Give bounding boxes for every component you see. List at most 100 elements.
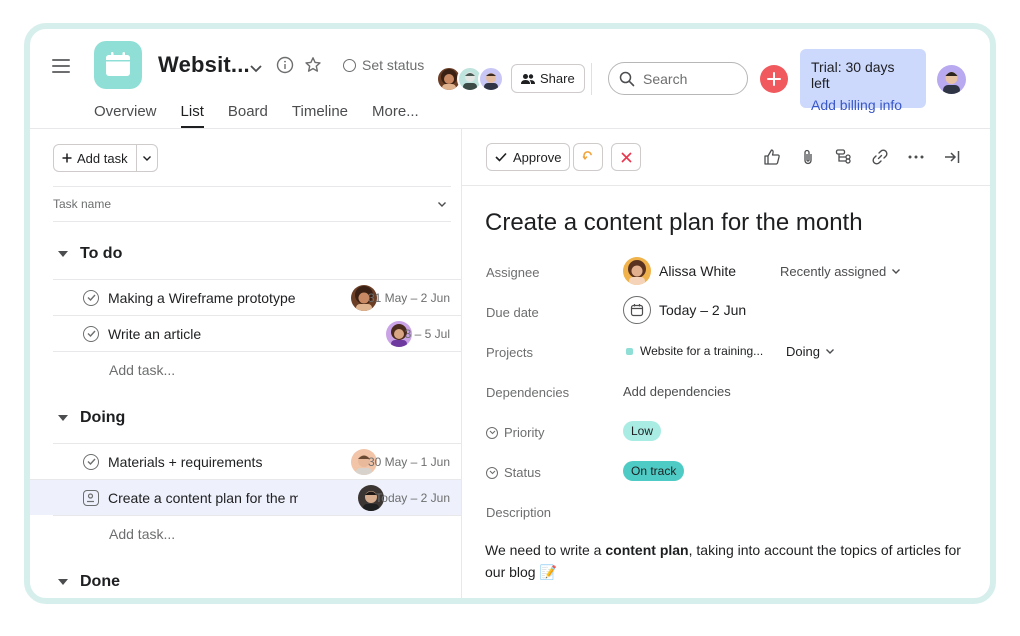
project-title[interactable]: Websit...: [158, 52, 250, 78]
collapse-triangle-icon[interactable]: [58, 579, 68, 585]
status-field[interactable]: On track: [623, 461, 685, 481]
complete-check-icon[interactable]: [83, 289, 99, 306]
task-due-date[interactable]: Today – 2 Jun: [375, 491, 450, 505]
chevron-down-icon: [142, 155, 151, 161]
task-name[interactable]: Making a Wireframe prototype: [108, 290, 298, 306]
info-icon[interactable]: [276, 56, 294, 79]
section-doing[interactable]: Doing: [53, 409, 125, 427]
add-task-row[interactable]: Add task...: [53, 351, 461, 387]
attachment-icon[interactable]: [799, 148, 817, 166]
collapse-triangle-icon[interactable]: [58, 415, 68, 421]
tab-more[interactable]: More...: [372, 103, 419, 128]
plus-icon: [767, 72, 781, 86]
set-status-label: Set status: [362, 57, 425, 73]
task-due-date[interactable]: 31 May – 2 Jun: [368, 291, 450, 305]
projects-label: Projects: [486, 345, 533, 360]
section-title: Done: [80, 573, 120, 590]
collapse-triangle-icon[interactable]: [58, 251, 68, 257]
trial-banner[interactable]: Trial: 30 days left Add billing info: [800, 49, 926, 113]
subtask-icon[interactable]: [835, 148, 853, 166]
thumbs-up-icon[interactable]: [763, 148, 781, 166]
column-task-name: Task name: [53, 197, 112, 211]
add-task-label: Add task: [77, 150, 128, 166]
priority-label-text: Priority: [504, 425, 545, 440]
task-title[interactable]: Create a content plan for the month: [485, 209, 863, 237]
task-name[interactable]: Write an article: [108, 326, 298, 342]
task-name[interactable]: Materials + requirements: [108, 454, 298, 470]
recently-assigned-dropdown[interactable]: Recently assigned: [780, 264, 901, 279]
approve-button[interactable]: Approve: [486, 143, 571, 171]
trial-days-left: Trial: 30 days left: [811, 59, 895, 91]
chevron-down-icon: [825, 349, 834, 354]
project-section-dropdown[interactable]: Doing: [786, 344, 835, 359]
approval-icon[interactable]: [83, 489, 99, 506]
status-label-text: Status: [504, 465, 541, 480]
due-label-text: Due date: [486, 305, 539, 320]
calendar-project-icon[interactable]: [94, 41, 142, 89]
task-row[interactable]: Write an article 3 – 5 Jul: [53, 315, 461, 351]
add-task-dropdown[interactable]: [136, 144, 158, 172]
create-button[interactable]: [760, 65, 788, 93]
avatar: [478, 66, 504, 92]
add-dependencies-button[interactable]: Add dependencies: [623, 384, 731, 399]
task-due-date[interactable]: 3 – 5 Jul: [405, 327, 450, 341]
star-icon[interactable]: [304, 56, 322, 79]
memo-emoji: 📝: [539, 564, 557, 580]
project-color-dot: [626, 347, 633, 355]
search-icon: [619, 71, 635, 86]
priority-field[interactable]: Low: [623, 421, 662, 441]
add-task-row[interactable]: Add task...: [53, 515, 461, 551]
add-task-button[interactable]: Add task: [53, 144, 137, 172]
assignee-field[interactable]: Alissa White: [623, 257, 736, 285]
task-due-date[interactable]: 30 May – 1 Jun: [368, 455, 450, 469]
set-status-button[interactable]: Set status: [343, 57, 424, 73]
section-to-do[interactable]: To do: [53, 245, 122, 263]
link-icon[interactable]: [871, 148, 889, 166]
chevron-down-icon[interactable]: [437, 201, 447, 208]
check-icon: [495, 152, 507, 162]
section-done[interactable]: Done: [53, 573, 120, 591]
description-bold: content plan: [605, 542, 689, 558]
complete-check-icon[interactable]: [83, 325, 99, 342]
user-avatar[interactable]: [937, 65, 966, 94]
task-row[interactable]: Materials + requirements 30 May – 1 Jun: [53, 443, 461, 479]
assignee-label: Assignee: [486, 265, 539, 280]
recently-assigned-label: Recently assigned: [780, 264, 887, 279]
priority-badge: Low: [623, 421, 662, 441]
approve-label: Approve: [513, 149, 562, 165]
share-button[interactable]: Share: [511, 64, 585, 93]
task-row-selected[interactable]: Create a content plan for the month Toda…: [30, 479, 461, 515]
task-detail-pane: Approve Create a content plan for the mo…: [462, 129, 990, 598]
add-billing-link[interactable]: Add billing info: [811, 97, 915, 113]
add-dependencies-label: Add dependencies: [623, 384, 731, 399]
tab-overview[interactable]: Overview: [94, 103, 157, 128]
tab-board[interactable]: Board: [228, 103, 268, 128]
reject-button[interactable]: [611, 143, 641, 171]
due-date-field[interactable]: Today – 2 Jun: [623, 296, 746, 324]
assignee-label-text: Assignee: [486, 265, 540, 280]
tab-list[interactable]: List: [180, 103, 204, 128]
complete-check-icon[interactable]: [83, 453, 99, 470]
description-text[interactable]: We need to write a content plan, taking …: [485, 539, 965, 583]
due-date-value: Today – 2 Jun: [659, 302, 747, 318]
add-task-link[interactable]: Add task...: [109, 526, 175, 542]
close-icon: [620, 151, 632, 163]
project-chip[interactable]: Website for a training...: [626, 344, 763, 358]
priority-label: Priority: [486, 425, 544, 440]
status-circle-icon: [343, 58, 356, 72]
description-label-text: Description: [486, 505, 552, 520]
task-name[interactable]: Create a content plan for the month: [108, 490, 298, 506]
members-avatars[interactable]: [436, 66, 504, 92]
calendar-icon: [623, 296, 651, 324]
request-changes-button[interactable]: [573, 143, 603, 171]
chevron-down-icon: [892, 269, 901, 274]
chevron-down-icon[interactable]: [249, 61, 263, 79]
share-label: Share: [540, 71, 575, 86]
more-options-icon[interactable]: [907, 148, 925, 166]
menu-icon[interactable]: [52, 59, 70, 73]
add-task-link[interactable]: Add task...: [109, 362, 175, 378]
close-pane-icon[interactable]: [943, 148, 961, 166]
search-input[interactable]: Search: [608, 62, 748, 95]
tab-timeline[interactable]: Timeline: [292, 103, 348, 128]
task-row[interactable]: Making a Wireframe prototype 31 May – 2 …: [53, 279, 461, 315]
